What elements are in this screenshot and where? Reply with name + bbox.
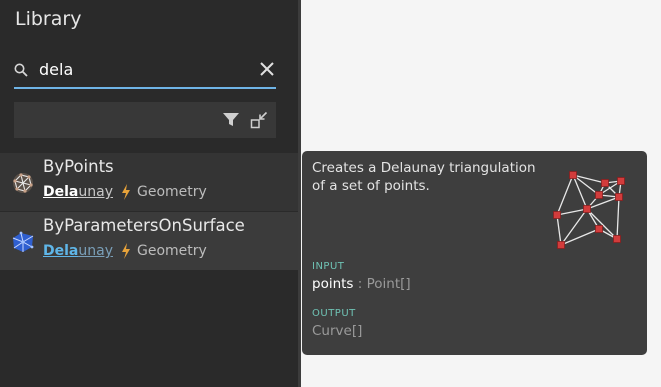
result-category: Dela unay Geometry xyxy=(43,184,207,200)
search-box xyxy=(14,55,276,89)
result-item-byparametersonsurface[interactable]: ByParametersOnSurface Dela unay Geometry xyxy=(0,212,298,270)
output-type: Curve[] xyxy=(312,323,363,339)
library-title: Library xyxy=(15,8,82,30)
library-panel: Library ByP xyxy=(0,0,298,387)
input-section-label: INPUT xyxy=(312,261,345,272)
result-category: Dela unay Geometry xyxy=(43,243,207,259)
filter-bar xyxy=(14,102,276,138)
param-type: Point[] xyxy=(366,276,411,292)
param-separator: : xyxy=(353,276,367,292)
close-icon[interactable] xyxy=(258,60,276,78)
category-match-text[interactable]: Dela xyxy=(43,184,78,200)
module-name: Geometry xyxy=(137,184,207,200)
panel-divider[interactable] xyxy=(298,0,301,387)
input-parameter: points : Point[] xyxy=(312,276,411,292)
delaunay-triangulation-icon xyxy=(553,171,625,249)
category-match-text[interactable]: Dela xyxy=(43,243,78,259)
lightning-icon xyxy=(122,243,130,259)
filter-icon[interactable] xyxy=(222,112,240,128)
delaunay-points-icon xyxy=(13,173,33,193)
module-name: Geometry xyxy=(137,243,207,259)
output-section-label: OUTPUT xyxy=(312,308,356,319)
param-name: points xyxy=(312,276,354,292)
result-name: ByPoints xyxy=(43,157,114,176)
category-rest-text[interactable]: unay xyxy=(78,243,113,259)
node-tooltip: Creates a Delaunay triangulation of a se… xyxy=(302,151,647,355)
search-input[interactable] xyxy=(39,58,239,80)
lightning-icon xyxy=(122,184,130,200)
result-name: ByParametersOnSurface xyxy=(43,216,245,235)
delaunay-surface-icon xyxy=(12,231,34,252)
result-item-bypoints[interactable]: ByPoints Dela unay Geometry xyxy=(0,153,298,211)
tooltip-description: Creates a Delaunay triangulation of a se… xyxy=(312,160,536,194)
category-rest-text[interactable]: unay xyxy=(78,184,113,200)
collapse-icon[interactable] xyxy=(250,111,268,129)
search-icon xyxy=(14,63,28,77)
